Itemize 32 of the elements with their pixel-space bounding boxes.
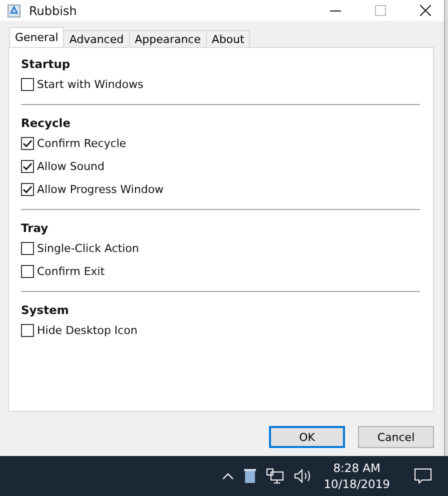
cancel-button[interactable]: Cancel: [358, 426, 434, 448]
checkbox-label[interactable]: Allow Progress Window: [37, 183, 164, 196]
section-heading: Recycle: [21, 116, 72, 130]
clock-time[interactable]: 8:28 AM: [333, 460, 380, 476]
checkbox[interactable]: [21, 265, 34, 278]
checkbox[interactable]: [21, 324, 34, 337]
checkbox-label[interactable]: Start with Windows: [37, 78, 144, 91]
section-heading: System: [21, 303, 70, 317]
checkbox-label[interactable]: Hide Desktop Icon: [37, 324, 138, 337]
window-title: Rubbish: [29, 4, 77, 18]
section-heading: Startup: [21, 57, 72, 71]
close-icon[interactable]: [420, 5, 431, 16]
network-icon[interactable]: [266, 468, 284, 484]
minimize-icon[interactable]: [330, 10, 341, 12]
speaker-icon[interactable]: [294, 469, 312, 483]
checkbox[interactable]: [21, 183, 34, 196]
tab[interactable]: About: [206, 30, 250, 47]
checkbox[interactable]: [21, 242, 34, 255]
checkbox[interactable]: [21, 160, 34, 173]
checkbox[interactable]: [21, 78, 34, 91]
checkbox-label[interactable]: Confirm Exit: [37, 265, 105, 278]
chevron-up-icon[interactable]: [222, 472, 234, 480]
checkbox[interactable]: [21, 137, 34, 150]
section-heading: Tray: [21, 221, 50, 235]
checkbox-label[interactable]: Allow Sound: [37, 160, 104, 173]
checkbox-label[interactable]: Single-Click Action: [37, 242, 139, 255]
tab[interactable]: Appearance: [128, 30, 207, 47]
tab[interactable]: General: [9, 27, 64, 47]
notification-icon[interactable]: [414, 468, 432, 484]
ok-button[interactable]: OK: [269, 426, 345, 448]
checkbox-label[interactable]: Confirm Recycle: [37, 137, 126, 150]
clock-date[interactable]: 10/18/2019: [324, 476, 390, 492]
